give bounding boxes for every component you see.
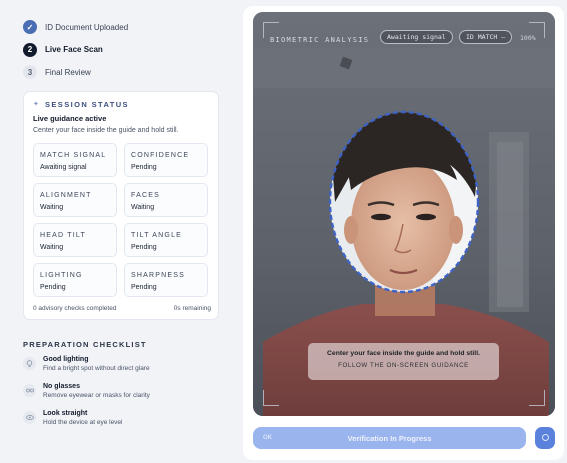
metric-value: Pending (40, 284, 66, 291)
metric-label: CONFIDENCE (131, 152, 190, 159)
camera-switch-button[interactable] (535, 427, 555, 449)
session-status-card: ✦ SESSION STATUS Live guidance active Ce… (23, 91, 219, 320)
guidance-main-text: Center your face inside the guide and ho… (327, 350, 480, 357)
camera-switch-icon (541, 429, 550, 447)
step-label: Live Face Scan (45, 45, 103, 54)
scan-percent: 100% (520, 34, 536, 42)
eye-icon (23, 411, 36, 424)
metric-value: Awaiting signal (40, 164, 87, 171)
step-label: ID Document Uploaded (45, 22, 129, 32)
id-match-pill: ID MATCH — (459, 30, 513, 44)
biometric-analysis-label: BIOMETRIC ANALYSIS (270, 36, 370, 44)
metric-value: Pending (131, 284, 157, 291)
camera-feed: BIOMETRIC ANALYSIS Awaiting signal ID MA… (253, 12, 555, 416)
metric-label: FACES (131, 192, 160, 199)
sparkle-icon: ✦ (33, 100, 39, 108)
verification-button-label: Verification In Progress (347, 433, 432, 443)
checklist-title: PREPARATION CHECKLIST (23, 340, 147, 349)
metric-label: TILT ANGLE (131, 232, 183, 239)
metric-confidence: CONFIDENCE Pending (124, 143, 208, 177)
metric-tilt-angle: TILT ANGLE Pending (124, 223, 208, 257)
left-column: ✓ ID Document Uploaded 2 Live Face Scan … (0, 0, 238, 463)
guidance-subtitle: Center your face inside the guide and ho… (33, 127, 179, 134)
metric-value: Waiting (40, 204, 64, 211)
check-icon: ✓ (23, 20, 37, 34)
advisory-count: 0 advisory checks completed (33, 305, 117, 312)
signal-status-pill: Awaiting signal (380, 30, 453, 44)
frame-corner (263, 390, 279, 406)
metric-match-signal: MATCH SIGNAL Awaiting signal (33, 143, 117, 177)
step-number: 2 (23, 42, 37, 57)
step-label: Final Review (45, 67, 91, 77)
metric-label: ALIGNMENT (40, 192, 92, 199)
verification-button[interactable]: OK Verification In Progress (253, 427, 526, 449)
metric-value: Pending (131, 164, 157, 171)
checklist-item-sub: Remove eyewear or masks for clarity (43, 392, 150, 399)
time-remaining: 0s remaining (173, 305, 211, 312)
metric-sharpness: SHARPNESS Pending (124, 263, 208, 297)
checklist-item-title: No glasses (43, 383, 80, 390)
checklist-item-sub: Find a bright spot without direct glare (43, 365, 150, 372)
metric-label: MATCH SIGNAL (40, 152, 107, 159)
metric-label: SHARPNESS (131, 272, 185, 279)
step-number: 3 (23, 65, 37, 79)
metric-lighting: LIGHTING Pending (33, 263, 117, 297)
metric-label: LIGHTING (40, 272, 83, 279)
metric-faces: FACES Waiting (124, 183, 208, 217)
bulb-icon (23, 357, 36, 370)
progress-steps: ✓ ID Document Uploaded 2 Live Face Scan … (23, 16, 128, 84)
metric-value: Pending (131, 244, 157, 251)
metric-head-tilt: HEAD TILT Waiting (33, 223, 117, 257)
glasses-icon (23, 384, 36, 397)
session-status-footer: 0 advisory checks completed 0s remaining (33, 305, 211, 312)
checklist-item-glasses: No glasses Remove eyewear or masks for c… (23, 383, 150, 405)
session-status-header: ✦ SESSION STATUS (33, 100, 129, 109)
guidance-title: Live guidance active (33, 114, 107, 123)
session-status-title: SESSION STATUS (45, 100, 129, 109)
checklist-item-lighting: Good lighting Find a bright spot without… (23, 356, 150, 378)
checklist-item-look-straight: Look straight Hold the device at eye lev… (23, 410, 123, 432)
metric-value: Waiting (40, 244, 64, 251)
step-id-uploaded: ✓ ID Document Uploaded (23, 16, 128, 38)
checklist-item-title: Good lighting (43, 356, 89, 363)
metric-label: HEAD TILT (40, 232, 86, 239)
step-live-face-scan: 2 Live Face Scan (23, 39, 128, 61)
checklist-item-sub: Hold the device at eye level (43, 419, 123, 426)
checklist-item-title: Look straight (43, 410, 88, 417)
verification-button-prefix: OK (263, 435, 272, 441)
guidance-overlay: Center your face inside the guide and ho… (308, 343, 499, 380)
step-final-review: 3 Final Review (23, 61, 128, 83)
guidance-sub-text: FOLLOW THE ON-SCREEN GUIDANCE (338, 362, 469, 369)
metric-value: Waiting (131, 204, 155, 211)
metric-alignment: ALIGNMENT Waiting (33, 183, 117, 217)
frame-corner (529, 390, 545, 406)
